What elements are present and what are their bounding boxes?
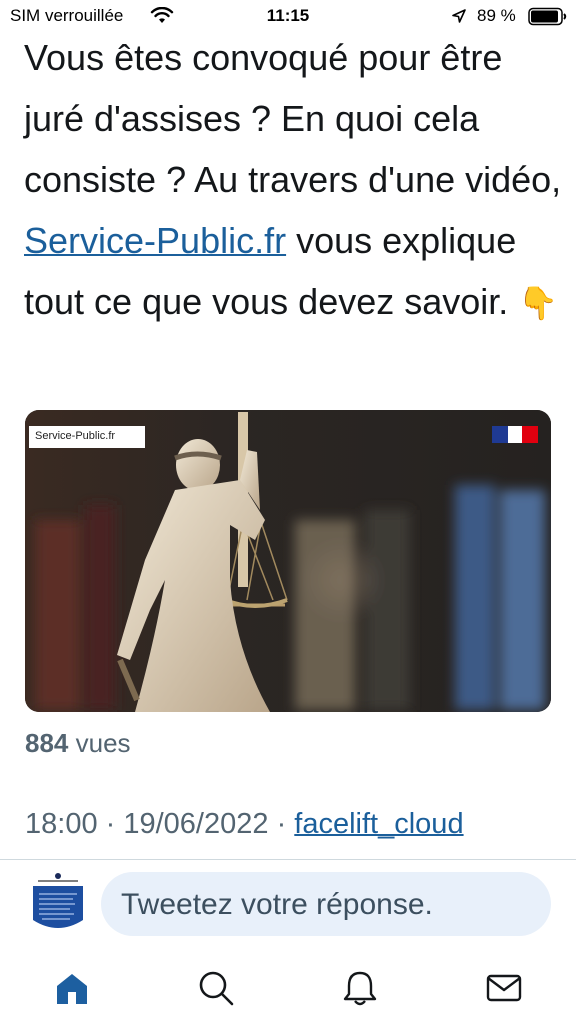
bottom-tab-bar bbox=[0, 950, 576, 1024]
tweet-time: 18:00 bbox=[25, 808, 98, 840]
views-number: 884 bbox=[25, 728, 69, 758]
battery-percentage: 89 % bbox=[477, 6, 516, 25]
video-thumbnail[interactable]: Service-Public.fr bbox=[25, 410, 551, 712]
french-flag-icon bbox=[492, 426, 538, 443]
meta-separator: · bbox=[268, 808, 295, 840]
search-icon bbox=[199, 971, 234, 1006]
source-link[interactable]: facelift_cloud bbox=[294, 808, 463, 840]
views-label: vues bbox=[75, 728, 131, 758]
meta-separator: · bbox=[97, 808, 124, 840]
divider bbox=[0, 859, 576, 860]
battery-icon bbox=[528, 7, 567, 26]
service-public-link[interactable]: Service-Public.fr bbox=[24, 220, 286, 261]
reply-input[interactable]: Tweetez votre réponse. bbox=[101, 872, 551, 936]
tweet-meta: 18:00 · 19/06/2022 · facelift_cloud bbox=[25, 808, 464, 841]
tab-notifications[interactable] bbox=[340, 968, 380, 1008]
bell-icon bbox=[343, 971, 377, 1006]
tweet-text: Vous êtes convoqué pour être juré d'assi… bbox=[24, 27, 564, 334]
location-arrow-icon bbox=[452, 9, 466, 23]
tab-messages[interactable] bbox=[484, 968, 524, 1008]
tweet-date: 19/06/2022 bbox=[123, 808, 269, 840]
views-count: 884 vues bbox=[25, 728, 131, 759]
tweet-text-part-1: Vous êtes convoqué pour être juré d'assi… bbox=[24, 37, 562, 200]
tab-search[interactable] bbox=[196, 968, 236, 1008]
service-public-badge: Service-Public.fr bbox=[29, 426, 145, 448]
mail-icon bbox=[486, 974, 522, 1002]
home-icon bbox=[57, 974, 87, 1004]
tab-home[interactable] bbox=[52, 968, 92, 1008]
user-avatar-icon[interactable] bbox=[30, 872, 86, 936]
lady-justice-image bbox=[25, 410, 551, 712]
pointing-down-emoji-icon: 👇 bbox=[518, 285, 559, 321]
reply-placeholder: Tweetez votre réponse. bbox=[121, 888, 433, 921]
